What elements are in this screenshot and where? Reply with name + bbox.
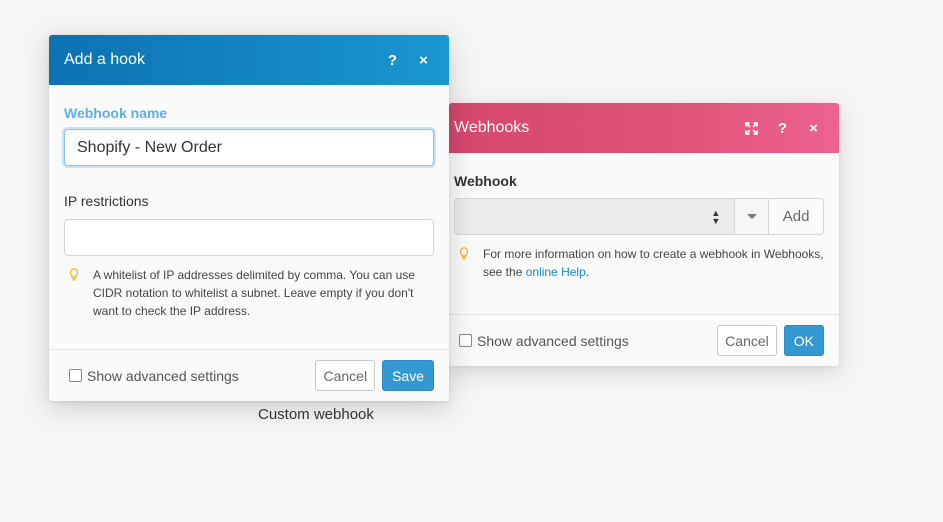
caret-down-icon bbox=[746, 214, 757, 219]
webhook-hint: For more information on how to create a … bbox=[454, 245, 824, 281]
hook-save-button[interactable]: Save bbox=[382, 360, 434, 391]
select-arrows-icon: ▲ ▼ bbox=[711, 208, 721, 226]
webhook-name-input[interactable]: Shopify - New Order bbox=[64, 129, 434, 166]
webhook-dropdown-button[interactable] bbox=[734, 198, 770, 235]
lightbulb-icon bbox=[69, 268, 79, 281]
close-icon[interactable]: × bbox=[408, 45, 439, 75]
ip-restrictions-input[interactable] bbox=[64, 219, 434, 256]
module-caption: Custom webhook bbox=[258, 406, 374, 423]
close-icon[interactable]: × bbox=[798, 113, 829, 143]
ip-hint: A whitelist of IP addresses delimited by… bbox=[64, 266, 434, 320]
webhook-field-label: Webhook bbox=[454, 173, 517, 189]
ip-restrictions-label: IP restrictions bbox=[64, 193, 149, 209]
webhooks-cancel-button[interactable]: Cancel bbox=[717, 325, 777, 356]
advanced-settings-label: Show advanced settings bbox=[477, 332, 629, 349]
help-icon[interactable]: ? bbox=[767, 113, 798, 143]
help-icon[interactable]: ? bbox=[377, 45, 408, 75]
webhooks-dialog-header: Webhooks ? × bbox=[449, 103, 839, 153]
webhooks-ok-button[interactable]: OK bbox=[783, 325, 824, 356]
webhook-name-label: Webhook name bbox=[64, 105, 168, 121]
ip-hint-text: A whitelist of IP addresses delimited by… bbox=[93, 268, 415, 318]
add-webhook-button[interactable]: Add bbox=[769, 198, 824, 235]
add-hook-dialog-footer: Show advanced settings Cancel Save bbox=[49, 349, 449, 401]
webhooks-dialog-title: Webhooks bbox=[454, 119, 530, 136]
lightbulb-icon bbox=[459, 247, 469, 260]
webhook-select[interactable]: ▲ ▼ bbox=[454, 198, 735, 235]
online-help-link[interactable]: online Help bbox=[526, 265, 586, 279]
hook-cancel-button[interactable]: Cancel bbox=[315, 360, 376, 391]
webhook-hint-end: . bbox=[585, 265, 590, 279]
advanced-settings-checkbox[interactable] bbox=[459, 334, 472, 347]
webhooks-dialog: Webhooks ? × Webhook ▲ ▼ Add For more in… bbox=[449, 103, 839, 366]
advanced-settings-checkbox[interactable] bbox=[69, 369, 82, 382]
advanced-settings-label: Show advanced settings bbox=[87, 367, 239, 384]
add-hook-dialog: Add a hook ? × Webhook name Shopify - Ne… bbox=[49, 35, 449, 401]
webhooks-dialog-footer: Show advanced settings Cancel OK bbox=[449, 314, 839, 366]
add-hook-dialog-header: Add a hook ? × bbox=[49, 35, 449, 85]
expand-icon[interactable] bbox=[736, 113, 767, 143]
hook-advanced-toggle[interactable]: Show advanced settings bbox=[69, 368, 315, 384]
add-hook-dialog-title: Add a hook bbox=[64, 51, 145, 68]
webhooks-advanced-toggle[interactable]: Show advanced settings bbox=[459, 333, 717, 349]
